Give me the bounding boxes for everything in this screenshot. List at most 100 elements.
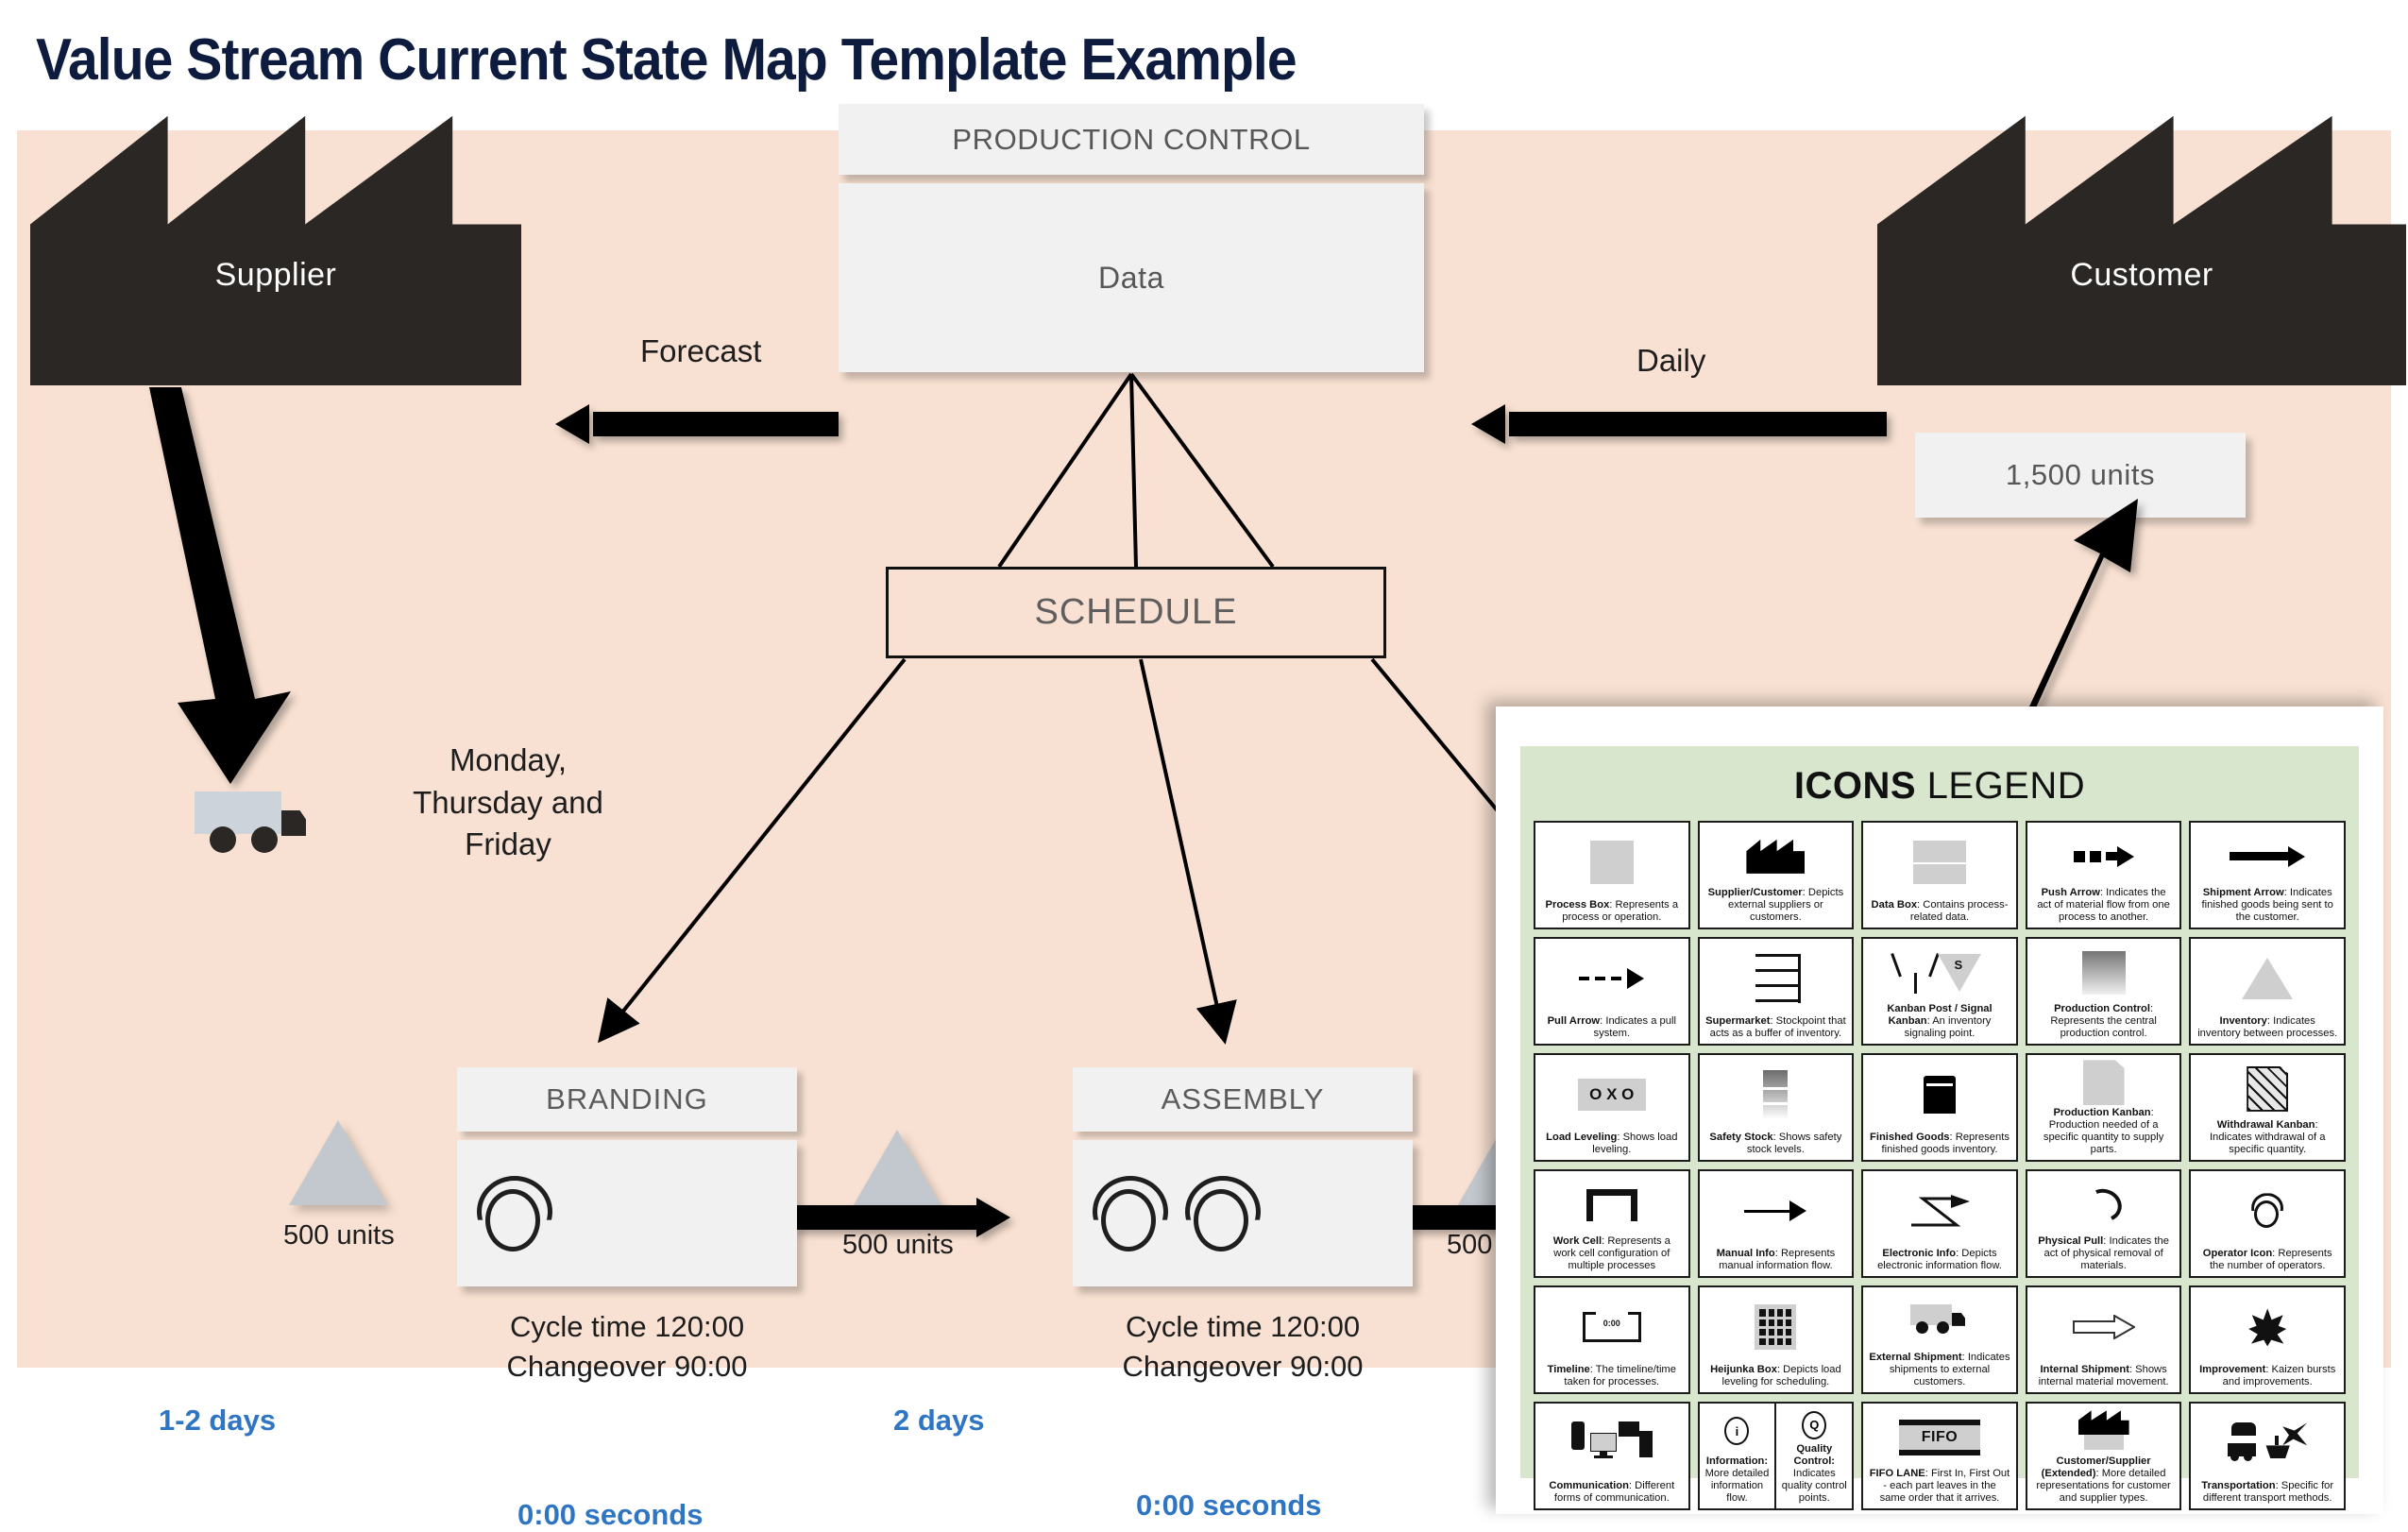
legend-text: Kanban Post / Signal Kanban: An inventor… xyxy=(1887,1002,1993,1039)
legend-text: Finished Goods: Represents finished good… xyxy=(1870,1131,2009,1155)
pull-arrow-icon xyxy=(1539,943,1685,1015)
legend-item-electronic-info: Electronic Info: Depicts electronic info… xyxy=(1861,1169,2018,1278)
timeline-process-time-2: 0:00 seconds xyxy=(1136,1489,1322,1522)
supermarket-icon xyxy=(1704,943,1849,1015)
legend-text: Supplier/Customer: Depicts external supp… xyxy=(1707,886,1844,923)
legend-text: Production Kanban: Production needed of … xyxy=(2043,1106,2164,1155)
legend-text: Load Leveling: Shows load leveling. xyxy=(1546,1131,1678,1155)
legend-text: Work Cell: Represents a work cell config… xyxy=(1552,1234,1670,1271)
legend-item-operator: Operator Icon: Represents the number of … xyxy=(2189,1169,2346,1278)
daily-order-arrow-icon xyxy=(1471,404,1887,444)
data-box-icon xyxy=(1867,826,2012,899)
inventory-triangle: 500 units xyxy=(283,1120,395,1251)
inventory-icon xyxy=(2195,943,2340,1015)
legend-item-finished-goods: Finished Goods: Represents finished good… xyxy=(1861,1053,2018,1162)
legend-item-withdrawal-kanban: Withdrawal Kanban: Indicates withdrawal … xyxy=(2189,1053,2346,1162)
legend-item-manual-info: Manual Info: Represents manual informati… xyxy=(1697,1169,1855,1278)
factory-roof-icon xyxy=(1877,115,2406,385)
legend-text: Inventory: Indicates inventory between p… xyxy=(2197,1014,2338,1039)
process-box-branding: BRANDING Cycle time 120:00 Changeover 90… xyxy=(457,1067,797,1387)
inventory-label: 500 units xyxy=(283,1220,395,1251)
legend-item-load-leveling: O X O Load Leveling: Shows load leveling… xyxy=(1534,1053,1690,1162)
legend-text: Safety Stock: Shows safety stock levels. xyxy=(1709,1131,1842,1155)
legend-text: Communication: Different forms of commun… xyxy=(1549,1479,1675,1504)
customer-label: Customer xyxy=(2070,256,2213,293)
legend-text: Physical Pull: Indicates the act of phys… xyxy=(2038,1234,2169,1271)
legend-text: Data Box: Contains process-related data. xyxy=(1871,898,2009,923)
process-name: ASSEMBLY xyxy=(1073,1067,1413,1132)
legend-text: Improvement: Kaizen bursts and improveme… xyxy=(2199,1363,2336,1387)
production-control-header: PRODUCTION CONTROL xyxy=(839,104,1424,175)
legend-text: Information: More detailed information f… xyxy=(1704,1455,1770,1504)
manual-info-icon xyxy=(1704,1175,1849,1248)
legend-item-data-box: Data Box: Contains process-related data. xyxy=(1861,821,2018,929)
timeline-lead-time-1: 1-2 days xyxy=(159,1404,277,1437)
push-arrow-icon xyxy=(793,1198,1010,1237)
legend-text: Transportation: Specific for different t… xyxy=(2201,1479,2334,1504)
legend-text: Operator Icon: Represents the number of … xyxy=(2202,1247,2332,1271)
production-control-icon xyxy=(2031,943,2177,1003)
legend-text: Manual Info: Represents manual informati… xyxy=(1716,1247,1836,1271)
physical-pull-icon xyxy=(2031,1175,2177,1235)
communication-icon xyxy=(1539,1407,1685,1480)
daily-order-label: Daily xyxy=(1636,343,1706,378)
legend-item-transportation: Transportation: Specific for different t… xyxy=(2189,1402,2346,1510)
legend-item-timeline: 0:00 Timeline: The timeline/time taken f… xyxy=(1534,1285,1690,1394)
work-cell-icon xyxy=(1539,1175,1685,1235)
legend-title-rest: LEGEND xyxy=(1916,765,2086,807)
delivery-days-label: Monday, Thursday and Friday xyxy=(413,742,603,862)
finished-goods-icon xyxy=(1867,1059,2012,1132)
transportation-icon xyxy=(2195,1407,2340,1480)
legend-item-communication: Communication: Different forms of commun… xyxy=(1534,1402,1690,1510)
legend-item-external-shipment: External Shipment: Indicates shipments t… xyxy=(1861,1285,2018,1394)
legend-text: Production Control: Represents the centr… xyxy=(2050,1002,2157,1039)
operator-icon xyxy=(1185,1174,1261,1253)
legend-item-supermarket: Supermarket: Stockpoint that acts as a b… xyxy=(1697,937,1855,1046)
cycle-time: Cycle time 120:00 xyxy=(509,1310,745,1343)
supplier-material-arrow-icon xyxy=(149,387,291,784)
forecast-arrow-icon xyxy=(555,404,839,444)
timeline-icon: 0:00 xyxy=(1539,1291,1685,1364)
forecast-label: Forecast xyxy=(640,333,762,368)
icons-legend-panel: ICONS LEGEND Process Box: Represents a p… xyxy=(1496,706,2383,1514)
legend-item-process-box: Process Box: Represents a process or ope… xyxy=(1534,821,1690,929)
operator-icon xyxy=(1093,1174,1168,1253)
legend-item-safety-stock: Safety Stock: Shows safety stock levels. xyxy=(1697,1053,1855,1162)
legend-item-improvement: Improvement: Kaizen bursts and improveme… xyxy=(2189,1285,2346,1394)
legend-text: Internal Shipment: Shows internal materi… xyxy=(2038,1363,2169,1387)
legend-text: Supermarket: Stockpoint that acts as a b… xyxy=(1705,1014,1846,1039)
legend-text: Pull Arrow: Indicates a pull system. xyxy=(1547,1014,1676,1039)
legend-text: Push Arrow: Indicates the act of materia… xyxy=(2037,886,2170,923)
legend-item-work-cell: Work Cell: Represents a work cell config… xyxy=(1534,1169,1690,1278)
legend-item-production-kanban: Production Kanban: Production needed of … xyxy=(2025,1053,2182,1162)
legend-text: Shipment Arrow: Indicates finished goods… xyxy=(2201,886,2333,923)
legend-item-internal-shipment: Internal Shipment: Shows internal materi… xyxy=(2025,1285,2182,1394)
supplier-customer-icon xyxy=(1704,826,1849,887)
legend-text: FIFO LANE: First In, First Out - each pa… xyxy=(1869,1467,2010,1504)
legend-item-customer-supplier-extended: Customer/Supplier (Extended): More detai… xyxy=(2025,1402,2182,1510)
process-box-assembly: ASSEMBLY Cycle time 120:00 Changeover 90… xyxy=(1073,1067,1413,1387)
legend-item-production-control: Production Control: Represents the centr… xyxy=(2025,937,2182,1046)
withdrawal-kanban-icon xyxy=(2195,1059,2340,1119)
supplier-label: Supplier xyxy=(214,256,337,293)
improvement-icon xyxy=(2195,1291,2340,1364)
legend-title-bold: ICONS xyxy=(1793,765,1917,807)
load-leveling-icon: O X O xyxy=(1539,1059,1685,1132)
inventory-icon xyxy=(289,1120,387,1205)
legend-text: Quality Control: Indicates quality contr… xyxy=(1781,1442,1847,1504)
timeline-icon-value: 0:00 xyxy=(1603,1319,1620,1329)
shipment-arrow-icon xyxy=(2195,826,2340,887)
legend-text: Withdrawal Kanban: Indicates withdrawal … xyxy=(2209,1118,2326,1155)
legend-item-supplier-customer: Supplier/Customer: Depicts external supp… xyxy=(1697,821,1855,929)
legend-text: Timeline: The timeline/time taken for pr… xyxy=(1547,1363,1676,1387)
fifo-text: FIFO xyxy=(1921,1428,1959,1445)
legend-item-physical-pull: Physical Pull: Indicates the act of phys… xyxy=(2025,1169,2182,1278)
signal-kanban-letter: S xyxy=(1954,957,1963,972)
customer-supplier-extended-icon xyxy=(2031,1407,2177,1455)
supplier-node: Supplier xyxy=(30,93,521,385)
timeline-process-time-1: 0:00 seconds xyxy=(517,1498,704,1531)
legend-item-shipment-arrow: Shipment Arrow: Indicates finished goods… xyxy=(2189,821,2346,929)
changeover-time: Changeover 90:00 xyxy=(506,1349,748,1383)
customer-node: Customer xyxy=(1877,93,2406,385)
electronic-info-icon xyxy=(1867,1175,2012,1248)
